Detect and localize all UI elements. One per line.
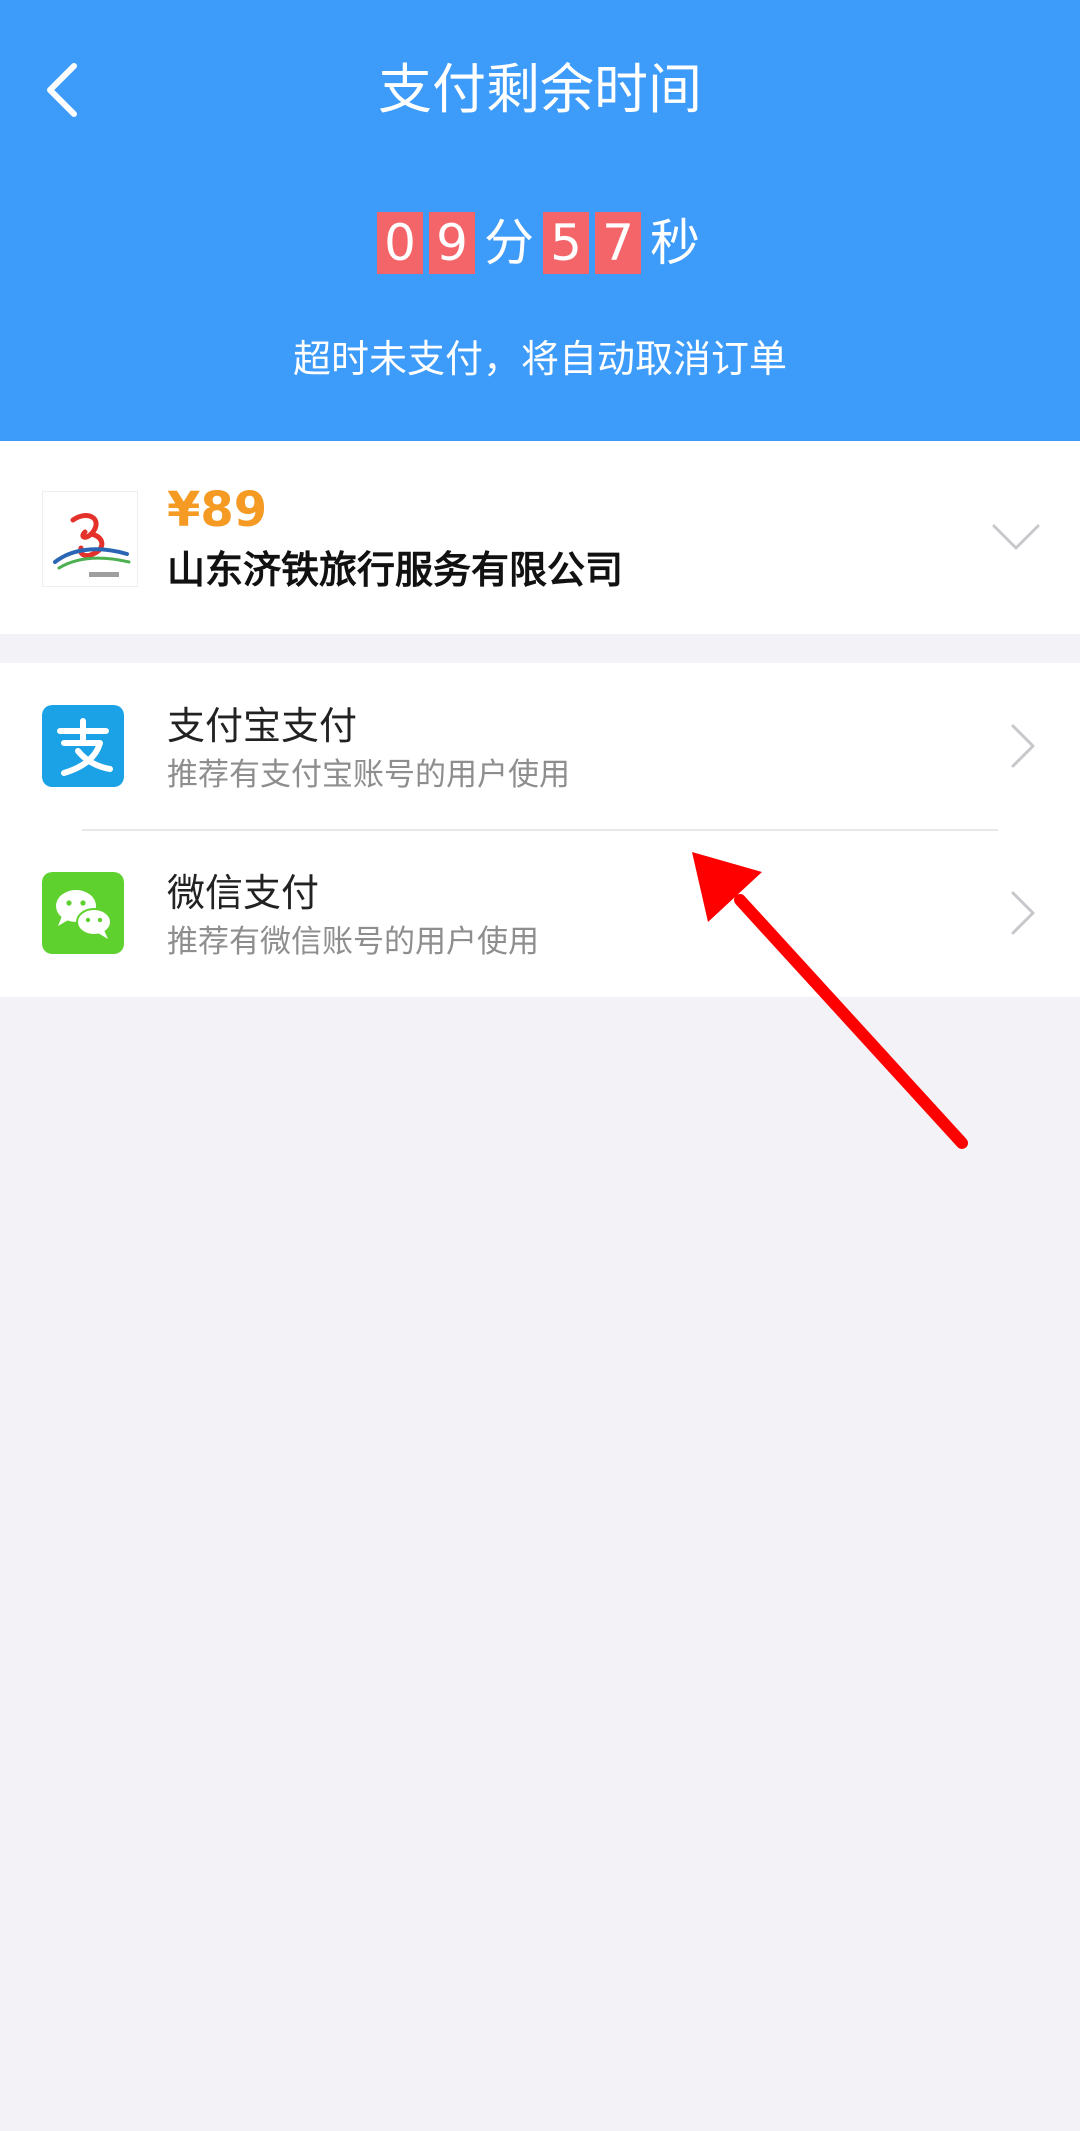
wechat-icon <box>42 872 124 954</box>
page-title: 支付剩余时间 <box>378 58 702 121</box>
alipay-icon <box>42 705 124 787</box>
order-price: ¥89 <box>167 482 268 538</box>
payment-option-name: 微信支付 <box>167 871 320 915</box>
header-bar: 支付剩余时间 0 9 分 5 7 秒 超时未支付，将自动取消订单 <box>0 0 1080 441</box>
chevron-right-icon <box>1011 724 1035 768</box>
payment-method-list: 支付宝支付 推荐有支付宝账号的用户使用 微信支付 推荐有微信账号的用户使用 <box>0 663 1080 997</box>
seconds-digit-1: 5 <box>543 212 589 274</box>
minutes-digit-1: 0 <box>377 212 423 274</box>
seconds-unit: 秒 <box>650 214 700 272</box>
expand-order-button[interactable] <box>988 510 1044 566</box>
payment-option-description: 推荐有支付宝账号的用户使用 <box>167 757 570 793</box>
countdown-timer: 0 9 分 5 7 秒 <box>0 212 1080 274</box>
chevron-right-icon <box>1011 891 1035 935</box>
minutes-unit: 分 <box>484 214 534 272</box>
chevron-down-icon <box>992 524 1040 550</box>
minutes-digit-2: 9 <box>429 212 475 274</box>
payment-option-alipay[interactable]: 支付宝支付 推荐有支付宝账号的用户使用 <box>0 663 1080 831</box>
seconds-digit-2: 7 <box>595 212 641 274</box>
payment-option-name: 支付宝支付 <box>167 704 358 748</box>
merchant-name: 山东济铁旅行服务有限公司 <box>167 548 624 592</box>
timeout-notice: 超时未支付，将自动取消订单 <box>292 337 787 381</box>
payment-option-wechat[interactable]: 微信支付 推荐有微信账号的用户使用 <box>0 830 1080 997</box>
payment-option-description: 推荐有微信账号的用户使用 <box>167 924 539 960</box>
order-summary[interactable]: ¥89 山东济铁旅行服务有限公司 <box>0 441 1080 634</box>
merchant-logo <box>42 491 138 587</box>
